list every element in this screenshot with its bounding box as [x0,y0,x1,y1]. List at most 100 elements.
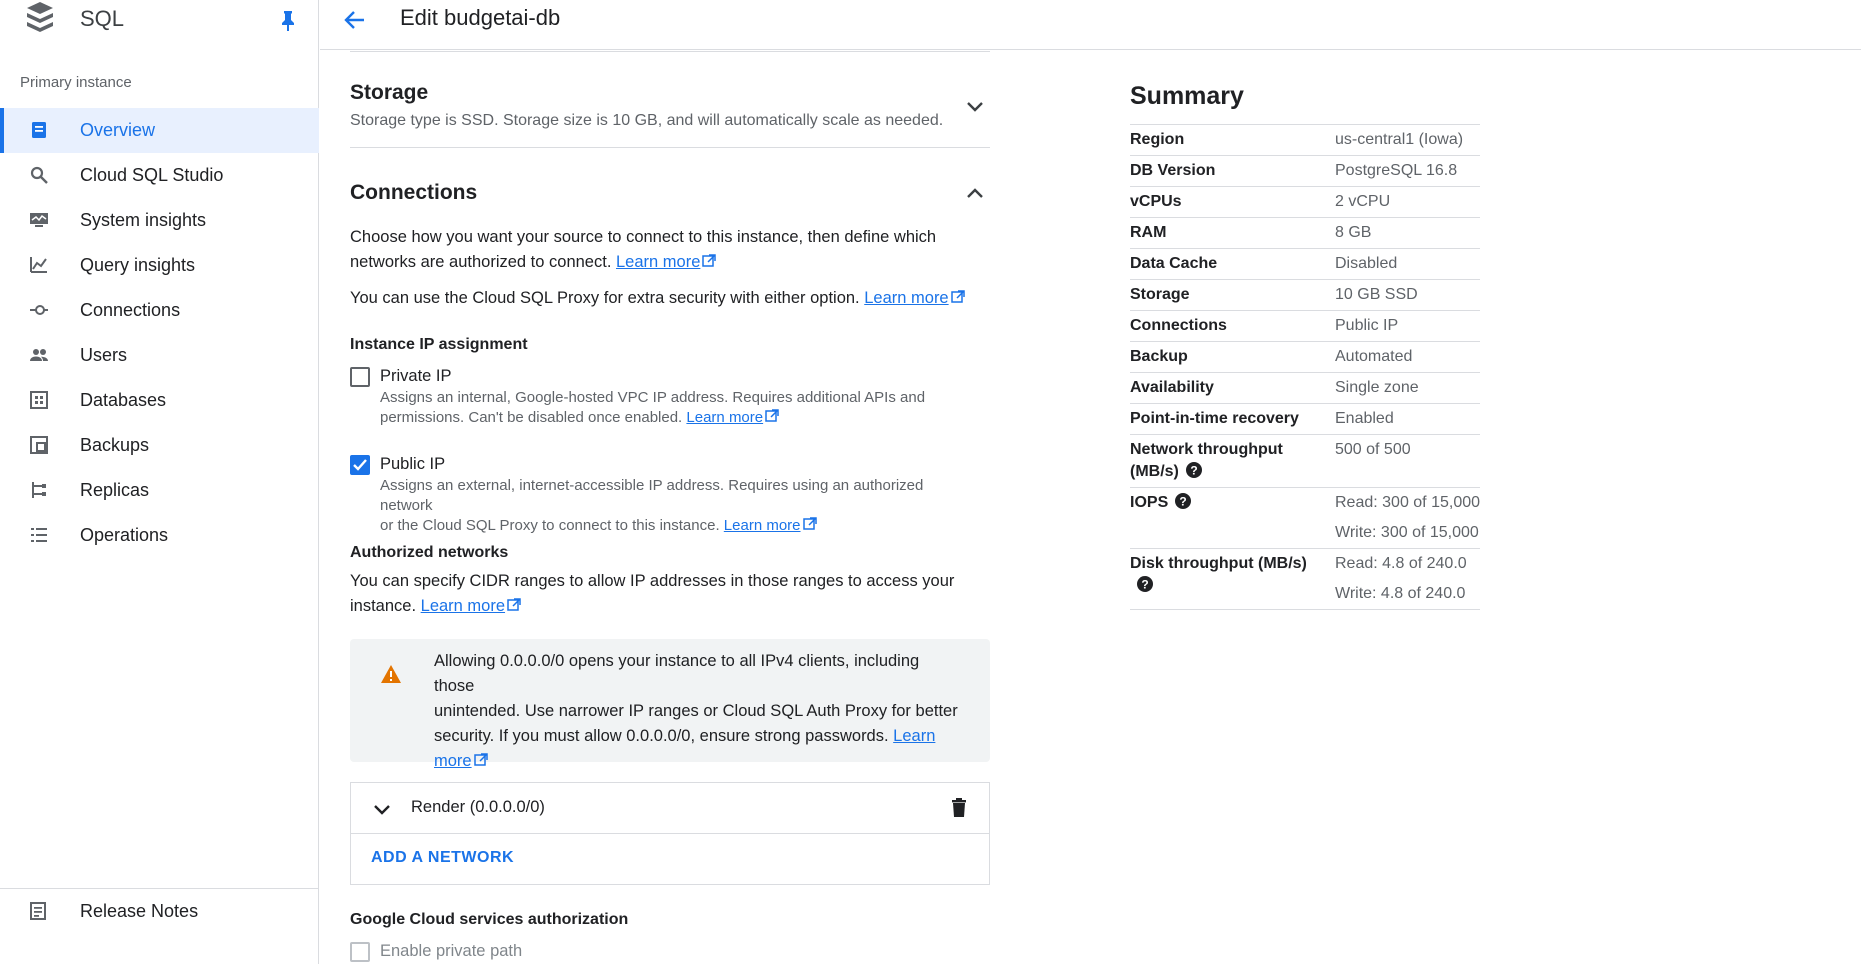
learn-more-link[interactable]: Learn more [724,517,801,534]
learn-more-link[interactable]: Learn more [616,253,700,271]
private-ip-label: Private IP [380,367,452,385]
help-icon[interactable]: ? [1185,461,1203,479]
warning-banner: Allowing 0.0.0.0/0 opens your instance t… [350,639,990,770]
summary-value: Read: 300 of 15,000 Write: 300 of 15,000 [1335,487,1481,549]
proxy-text-body: You can use the Cloud SQL Proxy for extr… [350,289,860,307]
summary-key: Availability [1130,372,1335,404]
proxy-text: You can use the Cloud SQL Proxy for extr… [350,286,990,311]
sidebar-item-label: System insights [80,210,207,230]
throughput-key-line: Network throughput [1130,441,1283,458]
private-ip-description: Assigns an internal, Google-hosted VPC I… [380,388,980,428]
authorized-networks-label: Authorized networks [350,544,509,561]
throughput-key-line: (MB/s) [1130,463,1179,480]
connections-title: Connections [350,181,478,204]
storage-title: Storage [350,81,429,104]
connections-intro: Choose how you want your source to conne… [350,225,990,275]
sidebar-item-overview[interactable]: Overview [0,108,319,153]
summary-key: Backup [1130,341,1335,373]
summary-row-iops: IOPS? Read: 300 of 15,000 Write: 300 of 1… [1130,487,1481,549]
summary-key: vCPUs [1130,186,1335,218]
sidebar-item-databases[interactable]: Databases [0,378,319,423]
storage-description: Storage type is SSD. Storage size is 10 … [350,112,944,129]
sidebar-item-label: Release Notes [80,901,199,921]
summary-value: 2 vCPU [1335,186,1480,218]
sidebar-item-backups[interactable]: Backups [0,423,319,468]
svg-text:?: ? [1190,464,1197,478]
iops-key: IOPS [1130,494,1169,511]
public-ip-desc-line: or the Cloud SQL Proxy to connect to thi… [380,517,720,534]
private-path-checkbox[interactable] [350,942,370,962]
chevron-down-icon[interactable] [964,95,986,117]
sidebar-item-operations[interactable]: Operations [0,513,319,558]
sidebar-item-label: Cloud SQL Studio [80,165,224,185]
chevron-up-icon[interactable] [964,182,986,204]
sidebar-item-query-insights[interactable]: Query insights [0,243,319,288]
learn-more-link[interactable]: Learn more [864,289,948,307]
learn-more-link[interactable]: Learn more [686,409,763,426]
connections-intro-line: Choose how you want your source to conne… [350,228,937,246]
network-row[interactable]: Render (0.0.0.0/0) [351,783,989,834]
summary-key: Connections [1130,310,1335,342]
storage-section[interactable]: Storage Storage type is SSD. Storage siz… [350,51,990,148]
disk-write: Write: 4.8 of 240.0 [1335,585,1466,602]
overview-icon [29,120,49,140]
summary-value: 500 of 500 [1335,434,1480,488]
warning-line: security. If you must allow 0.0.0.0/0, e… [434,727,889,745]
learn-more-link[interactable]: Learn more [421,597,505,615]
chevron-down-icon[interactable] [371,798,393,820]
summary-row: Backup Automated [1130,341,1480,373]
public-ip-label: Public IP [380,455,446,473]
sidebar-item-label: Connections [80,300,181,320]
sidebar-section-label: Primary instance [20,74,132,91]
sidebar-item-release-notes[interactable]: Release Notes [0,889,319,934]
summary-key: IOPS? [1130,487,1335,549]
iops-read: Read: 300 of 15,000 [1335,494,1481,511]
learn-more-link[interactable]: more [434,752,472,770]
gcs-authorization-label: Google Cloud services authorization [350,911,629,928]
private-ip-desc-line: Assigns an internal, Google-hosted VPC I… [380,389,926,406]
svg-text:?: ? [1141,578,1148,592]
release-notes-icon [29,901,49,921]
replicas-icon [29,480,49,500]
summary-value: us-central1 (Iowa) [1335,124,1480,156]
private-ip-desc-line: permissions. Can't be disabled once enab… [380,409,683,426]
back-arrow-icon[interactable] [342,7,368,33]
summary-value: PostgreSQL 16.8 [1335,155,1480,187]
external-link-icon [950,290,965,304]
sidebar-item-users[interactable]: Users [0,333,319,378]
add-network-button[interactable]: ADD A NETWORK [371,849,514,867]
sidebar-item-label: Databases [80,390,167,410]
sidebar-item-cloud-sql-studio[interactable]: Cloud SQL Studio [0,153,319,198]
pin-icon[interactable] [278,9,298,31]
external-link-icon [473,753,488,767]
public-ip-checkbox[interactable] [350,455,370,475]
connections-intro-line: networks are authorized to connect. [350,253,612,271]
sidebar: SQL Primary instance Overview Cloud SQL … [0,0,319,964]
top-bar: Edit budgetai-db [320,0,1861,50]
sidebar-item-replicas[interactable]: Replicas [0,468,319,513]
private-ip-checkbox[interactable] [350,367,370,387]
users-icon [29,345,49,365]
summary-row: Storage 10 GB SSD [1130,279,1480,311]
summary-row: Region us-central1 (Iowa) [1130,124,1480,156]
warning-icon [380,664,402,684]
sidebar-item-label: Query insights [80,255,196,275]
summary-row: vCPUs 2 vCPU [1130,186,1480,218]
warning-line: Allowing 0.0.0.0/0 opens your instance t… [434,652,920,695]
sidebar-item-system-insights[interactable]: System insights [0,198,319,243]
learn-more-link[interactable]: Learn [893,727,935,745]
summary-row: DB Version PostgreSQL 16.8 [1130,155,1480,187]
network-name: Render (0.0.0.0/0) [411,798,545,816]
connections-icon [29,300,49,320]
search-icon [29,165,49,185]
summary-row: Connections Public IP [1130,310,1480,342]
help-icon[interactable]: ? [1136,575,1154,593]
help-icon[interactable]: ? [1174,492,1192,510]
sidebar-item-connections[interactable]: Connections [0,288,319,333]
operations-icon [29,525,49,545]
private-path-label: Enable private path [380,942,523,960]
summary-key: Storage [1130,279,1335,311]
delete-icon[interactable] [949,797,969,819]
sql-logo-icon[interactable] [24,0,56,38]
svg-text:?: ? [1180,495,1187,509]
